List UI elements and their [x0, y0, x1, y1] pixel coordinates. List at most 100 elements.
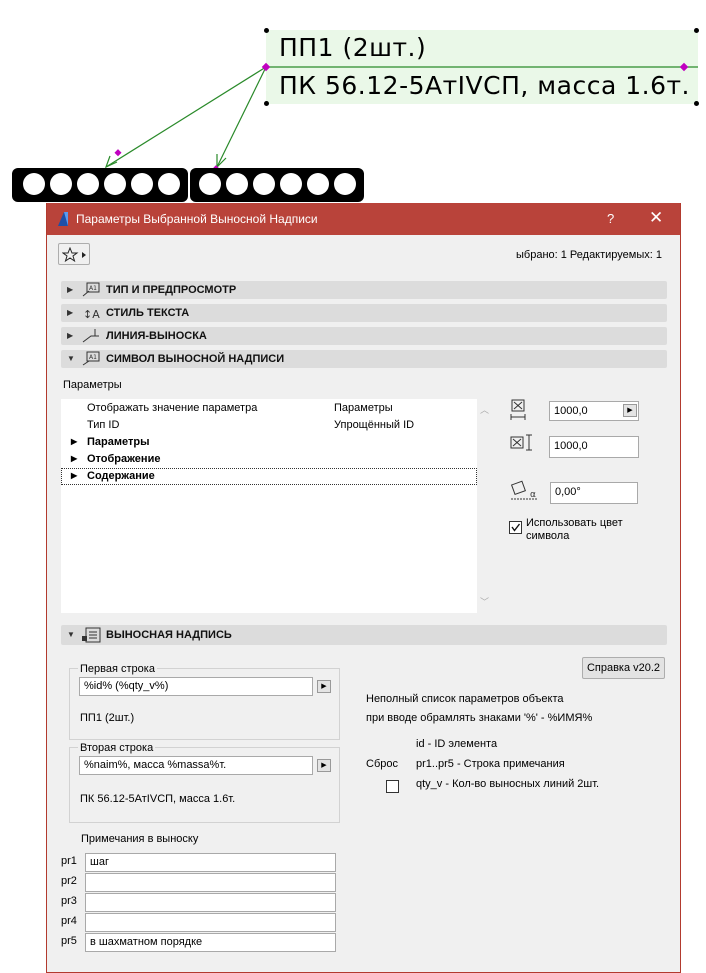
selection-count: ыбрано: 1 Редактируемых: 1 [516, 249, 662, 261]
scroll-down-icon[interactable]: ﹀ [480, 595, 489, 608]
tree-row-name: Отображение [87, 453, 161, 465]
tree-row[interactable]: Отображать значение параметра Параметры [61, 400, 477, 417]
drawing-label-line1[interactable]: ПП1 (2шт.) [279, 33, 426, 62]
selection-handle[interactable] [264, 101, 269, 106]
note-label-pr5: pr5 [61, 935, 77, 947]
tree-row-name: Содержание [87, 470, 155, 482]
svg-text:A1: A1 [89, 285, 97, 292]
tree-row-name: Отображать значение параметра [87, 402, 258, 414]
symbol-width-icon [510, 399, 526, 420]
first-line-value: %id% (%qty_v%) [84, 680, 169, 692]
svg-text:α: α [530, 490, 536, 500]
info-line-2: при вводе обрамлять знаками '%' - %ИМЯ% [366, 712, 593, 724]
second-line-value: %naim%, масса %massa%т. [84, 759, 227, 771]
tree-group-row[interactable]: ▶ Содержание [61, 468, 477, 485]
expand-arrow-icon: ▶ [67, 285, 74, 294]
note-label-pr1: pr1 [61, 855, 77, 867]
params-label: Параметры [63, 379, 122, 391]
info-line-3: id - ID элемента [416, 738, 498, 750]
reset-checkbox[interactable] [386, 780, 399, 793]
archicad-logo-icon [58, 212, 68, 226]
section-label-symbol[interactable]: ▼ A1 СИМВОЛ ВЫНОСНОЙ НАДПИСИ [61, 350, 667, 368]
section-text-style[interactable]: ▶ ↕A СТИЛЬ ТЕКСТА [61, 304, 667, 322]
tree-row-value: Параметры [334, 402, 393, 414]
symbol-height-input[interactable]: 1000,0 [549, 436, 639, 458]
svg-text:A1: A1 [89, 354, 97, 361]
symbol-angle-input[interactable]: 0,00° [550, 482, 638, 504]
section-leader-line[interactable]: ▶ ЛИНИЯ-ВЫНОСКА [61, 327, 667, 345]
notes-title: Примечания в выноску [81, 833, 199, 845]
star-icon [62, 247, 86, 263]
note-input-pr1[interactable]: шаг [85, 853, 336, 872]
note-input-pr5[interactable]: в шахматном порядке [85, 933, 336, 952]
first-line-preview: ПП1 (2шт.) [80, 712, 135, 724]
expand-arrow-icon[interactable]: ▶ [71, 437, 77, 446]
section-title: СИМВОЛ ВЫНОСНОЙ НАДПИСИ [106, 353, 285, 365]
expand-arrow-icon: ▶ [67, 308, 74, 317]
selection-handle[interactable] [694, 28, 699, 33]
info-line-1: Неполный список параметров объекта [366, 693, 564, 705]
expand-arrow-icon[interactable]: ▶ [71, 471, 77, 480]
hollow-slab-1[interactable] [12, 168, 188, 202]
hollow-slab-2[interactable] [190, 168, 364, 202]
title-bar: Параметры Выбранной Выносной Надписи ? ✕ [47, 203, 680, 235]
help-button[interactable]: Справка v20.2 [582, 657, 665, 679]
note-value: шаг [90, 856, 109, 868]
parameter-tree: Отображать значение параметра Параметры … [61, 399, 477, 613]
close-button[interactable]: ✕ [649, 208, 663, 228]
preview-icon: A1 [82, 282, 100, 297]
note-input-pr3[interactable] [85, 893, 336, 912]
first-line-input[interactable]: %id% (%qty_v%) [79, 677, 313, 696]
selection-handle[interactable] [264, 28, 269, 33]
collapse-arrow-icon: ▼ [67, 354, 75, 363]
info-line-4: pr1..pr5 - Строка примечания [416, 758, 565, 770]
second-line-legend: Вторая строка [78, 742, 156, 754]
first-line-legend: Первая строка [78, 663, 157, 675]
tree-group-row[interactable]: ▶ Отображение [61, 451, 477, 468]
section-title: ВЫНОСНАЯ НАДПИСЬ [106, 629, 232, 641]
section-label[interactable]: ▼ ВЫНОСНАЯ НАДПИСЬ [61, 625, 667, 645]
label-symbol-icon: A1 [82, 351, 100, 366]
use-symbol-color-checkbox[interactable] [509, 521, 522, 534]
note-input-pr2[interactable] [85, 873, 336, 892]
svg-text:↕A: ↕A [83, 308, 100, 321]
info-line-5: qty_v - Кол-во выносных линий 2шт. [416, 778, 600, 790]
section-title: ЛИНИЯ-ВЫНОСКА [106, 330, 207, 342]
tree-group-row[interactable]: ▶ Параметры [61, 434, 477, 451]
use-symbol-color-label-2: символа [526, 530, 570, 542]
tree-row-name: Тип ID [87, 419, 120, 431]
second-line-preview: ПК 56.12-5АтIVCП, масса 1.6т. [80, 793, 236, 805]
scroll-up-icon[interactable]: ︿ [480, 403, 489, 416]
label-settings-dialog: Параметры Выбранной Выносной Надписи ? ✕… [46, 203, 681, 973]
tree-row-value: Упрощённый ID [334, 419, 415, 431]
text-style-icon: ↕A [83, 308, 100, 321]
note-label-pr4: pr4 [61, 915, 77, 927]
symbol-angle-value: 0,00° [555, 486, 581, 498]
tree-row[interactable]: Тип ID Упрощённый ID [61, 417, 477, 434]
section-type-preview[interactable]: ▶ A1 ТИП И ПРЕДПРОСМОТР [61, 281, 667, 299]
section-title: СТИЛЬ ТЕКСТА [106, 307, 190, 319]
tree-row-name: Параметры [87, 436, 150, 448]
note-input-pr4[interactable] [85, 913, 336, 932]
symbol-height-value: 1000,0 [554, 440, 588, 452]
dialog-title: Параметры Выбранной Выносной Надписи [76, 212, 318, 226]
symbol-angle-icon: α [510, 480, 538, 500]
second-line-menu-button[interactable]: ▶ [317, 759, 331, 772]
symbol-height-icon [510, 434, 532, 451]
label-icon [82, 627, 101, 643]
second-line-input[interactable]: %naim%, масса %massa%т. [79, 756, 313, 775]
help-title-button[interactable]: ? [607, 211, 614, 226]
selection-handle[interactable] [694, 101, 699, 106]
check-mark-icon [511, 523, 521, 532]
drawing-label-line2[interactable]: ПК 56.12-5АтIVCП, масса 1.6т. [279, 71, 690, 100]
reset-label: Сброс [366, 758, 398, 770]
expand-arrow-icon[interactable]: ▶ [71, 454, 77, 463]
use-symbol-color-label: Использовать цвет [526, 517, 623, 529]
note-label-pr2: pr2 [61, 875, 77, 887]
favorites-button[interactable] [58, 243, 90, 265]
note-value: в шахматном порядке [90, 936, 203, 948]
first-line-menu-button[interactable]: ▶ [317, 680, 331, 693]
note-label-pr3: pr3 [61, 895, 77, 907]
width-link-button[interactable]: ▶ [623, 404, 637, 417]
leader-line-icon [82, 329, 99, 343]
